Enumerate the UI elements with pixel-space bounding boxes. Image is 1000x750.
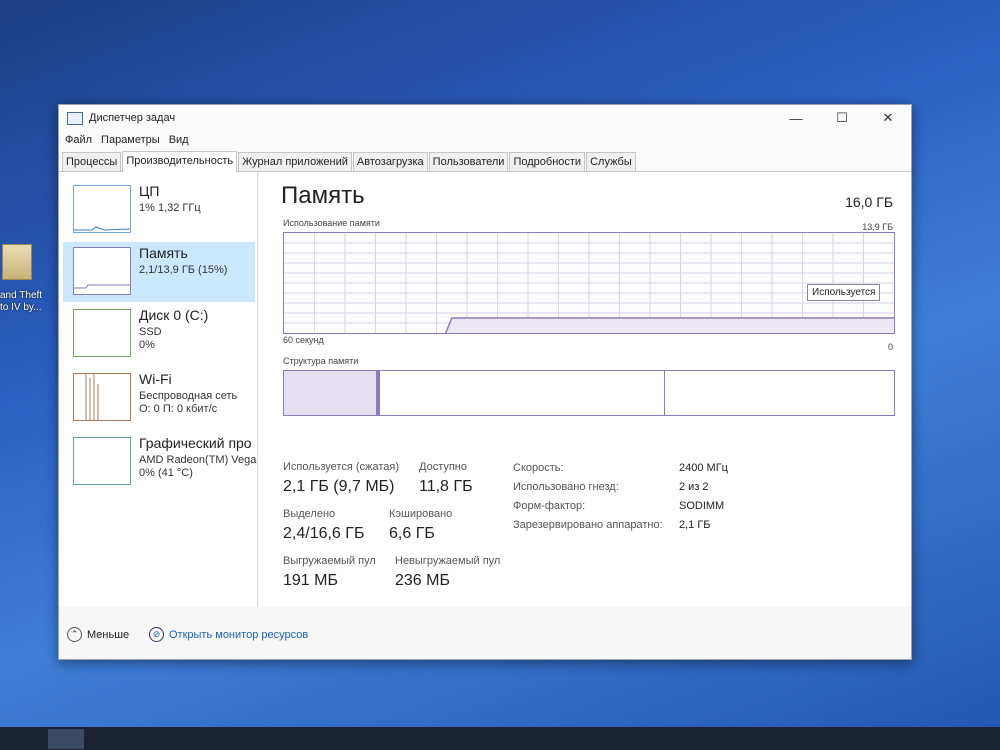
gpu-thumbnail-graph xyxy=(73,437,131,485)
slots-used-label: Использовано гнезд: xyxy=(513,481,619,493)
paged-pool-label: Выгружаемый пул xyxy=(283,555,376,567)
sidebar-item-wifi[interactable]: Wi-Fi Беспроводная сеть О: 0 П: 0 кбит/с xyxy=(63,368,255,428)
sidebar-item-usage: 0% xyxy=(139,339,155,351)
task-manager-window: Диспетчер задач — ☐ ✕ Файл Параметры Вид… xyxy=(58,104,912,660)
composition-standby xyxy=(380,371,665,415)
cached-label: Кэшировано xyxy=(389,508,453,520)
usage-graph-label: Использование памяти xyxy=(283,218,380,228)
committed-value: 2,4/16,6 ГБ xyxy=(283,525,365,542)
graph-time-right: 0 xyxy=(887,342,893,352)
usage-graph-svg xyxy=(284,233,894,334)
hardware-reserved-value: 2,1 ГБ xyxy=(679,519,711,531)
window-title: Диспетчер задач xyxy=(89,112,176,124)
close-button[interactable]: ✕ xyxy=(865,110,911,126)
paged-pool-value: 191 МБ xyxy=(283,572,338,589)
start-button[interactable] xyxy=(2,729,38,749)
sidebar-item-label: Память xyxy=(139,245,188,261)
fewer-details-button[interactable]: ⌃ Меньше xyxy=(67,627,129,642)
sidebar-item-label: Wi-Fi xyxy=(139,371,172,387)
available-value: 11,8 ГБ xyxy=(419,478,473,495)
usage-area xyxy=(445,318,894,333)
chevron-up-icon: ⌃ xyxy=(67,627,82,642)
desktop-shortcut[interactable]: and Theft to IV by... xyxy=(0,244,48,314)
title-bar: Диспетчер задач — ☐ ✕ xyxy=(59,105,911,131)
tab-startup[interactable]: Автозагрузка xyxy=(352,152,428,171)
maximize-button[interactable]: ☐ xyxy=(819,110,865,126)
wifi-thumbnail-graph xyxy=(73,373,131,421)
resource-sidebar: ЦП 1% 1,32 ГГц Память 2,1/13,9 ГБ (15%) … xyxy=(59,172,258,607)
sidebar-item-memory[interactable]: Память 2,1/13,9 ГБ (15%) xyxy=(63,242,255,302)
performance-body: ЦП 1% 1,32 ГГц Память 2,1/13,9 ГБ (15%) … xyxy=(59,172,911,607)
sidebar-item-detail: 2,1/13,9 ГБ (15%) xyxy=(139,264,228,276)
usage-graph-max: 13,9 ГБ xyxy=(862,222,893,232)
shortcut-label-line1: and Theft xyxy=(0,290,43,301)
sidebar-item-throughput: О: 0 П: 0 кбит/с xyxy=(139,403,218,415)
tab-details[interactable]: Подробности xyxy=(509,152,586,171)
speed-value: 2400 МГц xyxy=(679,462,728,474)
tab-bar: Процессы Производительность Журнал прило… xyxy=(59,149,911,172)
cached-value: 6,6 ГБ xyxy=(389,525,435,542)
memory-panel: Память 16,0 ГБ Использование памяти 13,9… xyxy=(259,172,911,607)
form-factor-label: Форм-фактор: xyxy=(513,500,586,512)
memory-thumbnail-graph xyxy=(73,247,131,295)
tab-services[interactable]: Службы xyxy=(586,152,636,171)
sidebar-item-detail: 1% 1,32 ГГц xyxy=(139,202,201,214)
resource-monitor-icon: ⊘ xyxy=(149,627,164,642)
sidebar-item-detail: AMD Radeon(TM) Vega xyxy=(139,454,257,466)
sidebar-item-disk[interactable]: Диск 0 (C:) SSD 0% xyxy=(63,304,255,364)
available-label: Доступно xyxy=(419,461,468,473)
speed-label: Скорость: xyxy=(513,462,564,474)
sidebar-item-label: Графический про xyxy=(139,435,252,451)
committed-label: Выделено xyxy=(283,508,336,520)
open-resource-monitor-link[interactable]: ⊘ Открыть монитор ресурсов xyxy=(149,627,308,642)
memory-total: 16,0 ГБ xyxy=(845,194,893,210)
menu-view[interactable]: Вид xyxy=(169,134,189,146)
minimize-button[interactable]: — xyxy=(773,111,819,126)
menu-options[interactable]: Параметры xyxy=(101,134,160,146)
sidebar-item-usage: 0% (41 °C) xyxy=(139,467,193,479)
hardware-reserved-label: Зарезервировано аппаратно: xyxy=(513,519,663,531)
taskbar-task-manager-button[interactable] xyxy=(48,729,84,749)
fewer-details-label: Меньше xyxy=(87,628,130,641)
sidebar-item-label: ЦП xyxy=(139,183,160,199)
slots-used-value: 2 из 2 xyxy=(679,481,709,493)
graph-tooltip: Используется xyxy=(807,284,881,301)
sidebar-item-detail: Беспроводная сеть xyxy=(139,390,238,402)
menu-file[interactable]: Файл xyxy=(65,134,92,146)
cpu-thumbnail-graph xyxy=(73,185,131,233)
sidebar-item-gpu[interactable]: Графический про AMD Radeon(TM) Vega 0% (… xyxy=(63,432,257,492)
graph-time-left: 60 секунд xyxy=(283,335,324,345)
sidebar-item-detail: SSD xyxy=(139,326,162,338)
tab-app-history[interactable]: Журнал приложений xyxy=(238,152,352,171)
composition-label: Структура памяти xyxy=(283,356,359,366)
nonpaged-pool-label: Невыгружаемый пул xyxy=(395,555,501,567)
tab-performance[interactable]: Производительность xyxy=(122,151,238,172)
footer: ⌃ Меньше ⊘ Открыть монитор ресурсов xyxy=(59,619,911,653)
composition-free xyxy=(665,371,894,415)
in-use-label: Используется (сжатая) xyxy=(283,461,400,473)
menu-bar: Файл Параметры Вид xyxy=(59,131,911,149)
task-manager-icon xyxy=(67,111,83,125)
tab-users[interactable]: Пользователи xyxy=(428,152,509,171)
memory-composition-bar[interactable] xyxy=(283,370,895,416)
page-title: Память xyxy=(281,182,365,209)
taskbar xyxy=(0,727,1000,750)
nonpaged-pool-value: 236 МБ xyxy=(395,572,450,589)
composition-in-use xyxy=(284,371,377,415)
sidebar-item-label: Диск 0 (C:) xyxy=(139,307,209,323)
resource-monitor-label: Открыть монитор ресурсов xyxy=(169,628,309,641)
in-use-value: 2,1 ГБ (9,7 МБ) xyxy=(283,478,395,495)
shortcut-icon xyxy=(2,244,32,280)
shortcut-label-line2: to IV by... xyxy=(0,302,42,313)
disk-thumbnail-graph xyxy=(73,309,131,357)
sidebar-item-cpu[interactable]: ЦП 1% 1,32 ГГц xyxy=(63,180,255,240)
form-factor-value: SODIMM xyxy=(679,500,725,512)
tab-processes[interactable]: Процессы xyxy=(62,152,122,171)
memory-usage-graph[interactable] xyxy=(283,232,895,334)
